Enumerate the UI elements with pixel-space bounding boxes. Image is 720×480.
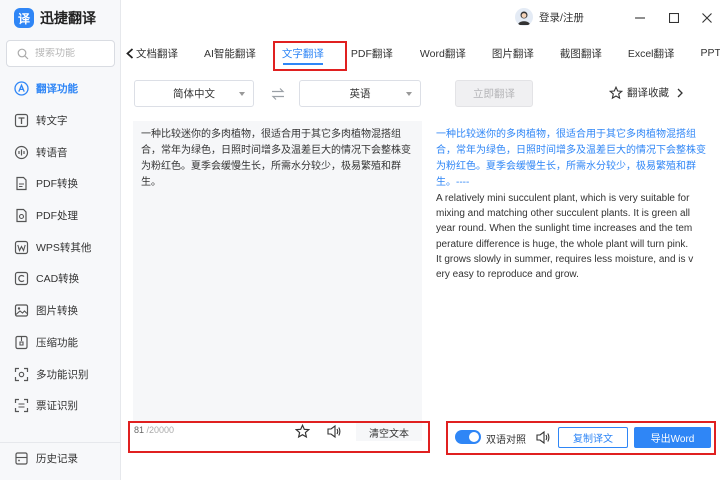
favorites-label: 翻译收藏	[627, 87, 669, 99]
sidebar-item-history[interactable]: 历史记录	[0, 442, 120, 473]
sidebar-item-label: 图片转换	[36, 305, 78, 318]
sidebar-item-pdf-convert[interactable]: PDF转换	[0, 168, 120, 200]
tab-pdf[interactable]: PDF翻译	[351, 36, 393, 70]
english-line: It grows slowly in summer, requires less…	[436, 253, 694, 265]
scan-icon	[13, 366, 29, 382]
sidebar-item-label: 转语音	[36, 146, 68, 159]
minimize-icon[interactable]	[630, 8, 650, 28]
source-text-pane[interactable]: 一种比较迷你的多肉植物，很适合用于其它多肉植物混搭组合，常年为绿色，日照时间增多…	[133, 121, 422, 422]
star-icon	[609, 85, 623, 99]
sidebar-item-label: 多功能识别	[36, 368, 89, 381]
highlight-box-source-toolbar	[128, 421, 430, 453]
language-row: 简体中文 英语 立即翻译 翻译收藏	[121, 80, 720, 108]
sidebar-item-label: 翻译功能	[36, 83, 78, 96]
translate-a-icon	[13, 81, 29, 97]
source-language-select[interactable]: 简体中文	[134, 80, 254, 107]
pdf-convert-icon	[13, 176, 29, 192]
search-input[interactable]	[35, 48, 109, 59]
english-line: year round. When the sunlight time incre…	[436, 223, 693, 235]
target-english-text: A relatively mini succulent plant, which…	[436, 191, 696, 282]
tab-ppt[interactable]: PPT	[701, 36, 720, 70]
target-text-pane: 一种比较迷你的多肉植物，很适合用于其它多肉植物混搭组合，常年为绿色，日照时间增多…	[428, 121, 710, 422]
sidebar-item-label: 转文字	[36, 115, 68, 128]
search-box[interactable]	[6, 40, 115, 67]
highlight-box-tab	[273, 41, 347, 71]
swap-icon[interactable]	[270, 86, 286, 102]
app-logo-icon: 译	[14, 8, 34, 28]
sidebar-item-label: CAD转换	[36, 273, 80, 286]
sidebar-item-pdf-process[interactable]: PDF处理	[0, 200, 120, 232]
tab-excel[interactable]: Excel翻译	[628, 36, 675, 70]
chevron-right-icon	[677, 88, 683, 97]
app-name: 迅捷翻译	[40, 10, 96, 26]
english-line: mixing and matching other succulent plan…	[436, 208, 691, 220]
favorites-link[interactable]: 翻译收藏	[609, 85, 684, 100]
sidebar-nav: 翻译功能 转文字 转语音 PDF转换 PDF处理 WPS转其他 CAD转换 图片…	[0, 73, 120, 422]
sidebar-item-label: PDF处理	[36, 210, 78, 223]
image-icon	[13, 303, 29, 319]
tab-screenshot[interactable]: 截图翻译	[560, 36, 602, 70]
english-line: ery easy to reproduce and grow.	[436, 269, 579, 281]
ticket-icon	[13, 398, 29, 414]
login-label: 登录/注册	[539, 11, 584, 24]
tabs-prev-icon[interactable]	[126, 43, 134, 63]
avatar	[515, 8, 533, 26]
sidebar-item-wps[interactable]: WPS转其他	[0, 231, 120, 263]
sidebar: 译 迅捷翻译 翻译功能 转文字 转语音 PDF转换 PDF处理 WPS转其他	[0, 0, 121, 480]
sidebar-item-to-voice[interactable]: 转语音	[0, 136, 120, 168]
function-tabs: 文档翻译 AI智能翻译 文字翻译 PDF翻译 Word翻译 图片翻译 截图翻译 …	[121, 36, 720, 70]
history-icon	[13, 450, 29, 466]
sidebar-item-label: 票证识别	[36, 400, 78, 413]
sidebar-item-image[interactable]: 图片转换	[0, 295, 120, 327]
chevron-down-icon	[406, 92, 412, 96]
target-chinese-text: 一种比较迷你的多肉植物，很适合用于其它多肉植物混搭组合，常年为绿色，日照时间增多…	[436, 129, 706, 188]
target-language-select[interactable]: 英语	[299, 80, 421, 107]
sidebar-item-label: PDF转换	[36, 178, 78, 191]
close-icon[interactable]	[697, 8, 717, 28]
compress-icon	[13, 334, 29, 350]
target-language-value: 英语	[349, 88, 371, 100]
text-t-icon	[13, 113, 29, 129]
sidebar-item-label: 压缩功能	[36, 336, 78, 349]
english-line: perature difference is huge, the whole p…	[436, 238, 689, 250]
source-language-value: 简体中文	[173, 88, 215, 100]
sidebar-item-ticket[interactable]: 票证识别	[0, 390, 120, 422]
title-bar: 登录/注册	[121, 0, 720, 36]
sidebar-item-label: 历史记录	[36, 452, 78, 465]
sidebar-item-multi-recognize[interactable]: 多功能识别	[0, 358, 120, 390]
voice-icon	[13, 144, 29, 160]
pdf-process-icon	[13, 208, 29, 224]
chevron-down-icon	[239, 92, 245, 96]
highlight-box-target-toolbar	[446, 421, 716, 455]
english-line: A relatively mini succulent plant, which…	[436, 193, 690, 204]
tab-word[interactable]: Word翻译	[420, 36, 466, 70]
tab-image[interactable]: 图片翻译	[492, 36, 534, 70]
cad-icon	[13, 271, 29, 287]
tab-ai[interactable]: AI智能翻译	[204, 36, 256, 70]
sidebar-item-compress[interactable]: 压缩功能	[0, 327, 120, 359]
source-text[interactable]: 一种比较迷你的多肉植物，很适合用于其它多肉植物混搭组合，常年为绿色，日照时间增多…	[141, 127, 416, 191]
sidebar-item-cad[interactable]: CAD转换	[0, 263, 120, 295]
maximize-icon[interactable]	[664, 8, 684, 28]
sidebar-item-to-text[interactable]: 转文字	[0, 105, 120, 137]
translate-now-button[interactable]: 立即翻译	[455, 80, 533, 107]
brand: 译 迅捷翻译	[14, 8, 96, 28]
sidebar-item-label: WPS转其他	[36, 241, 92, 254]
login-link[interactable]: 登录/注册	[515, 8, 584, 26]
search-icon	[17, 48, 29, 59]
sidebar-item-translate[interactable]: 翻译功能	[0, 73, 120, 105]
wps-icon	[13, 239, 29, 255]
tab-document[interactable]: 文档翻译	[136, 36, 178, 70]
